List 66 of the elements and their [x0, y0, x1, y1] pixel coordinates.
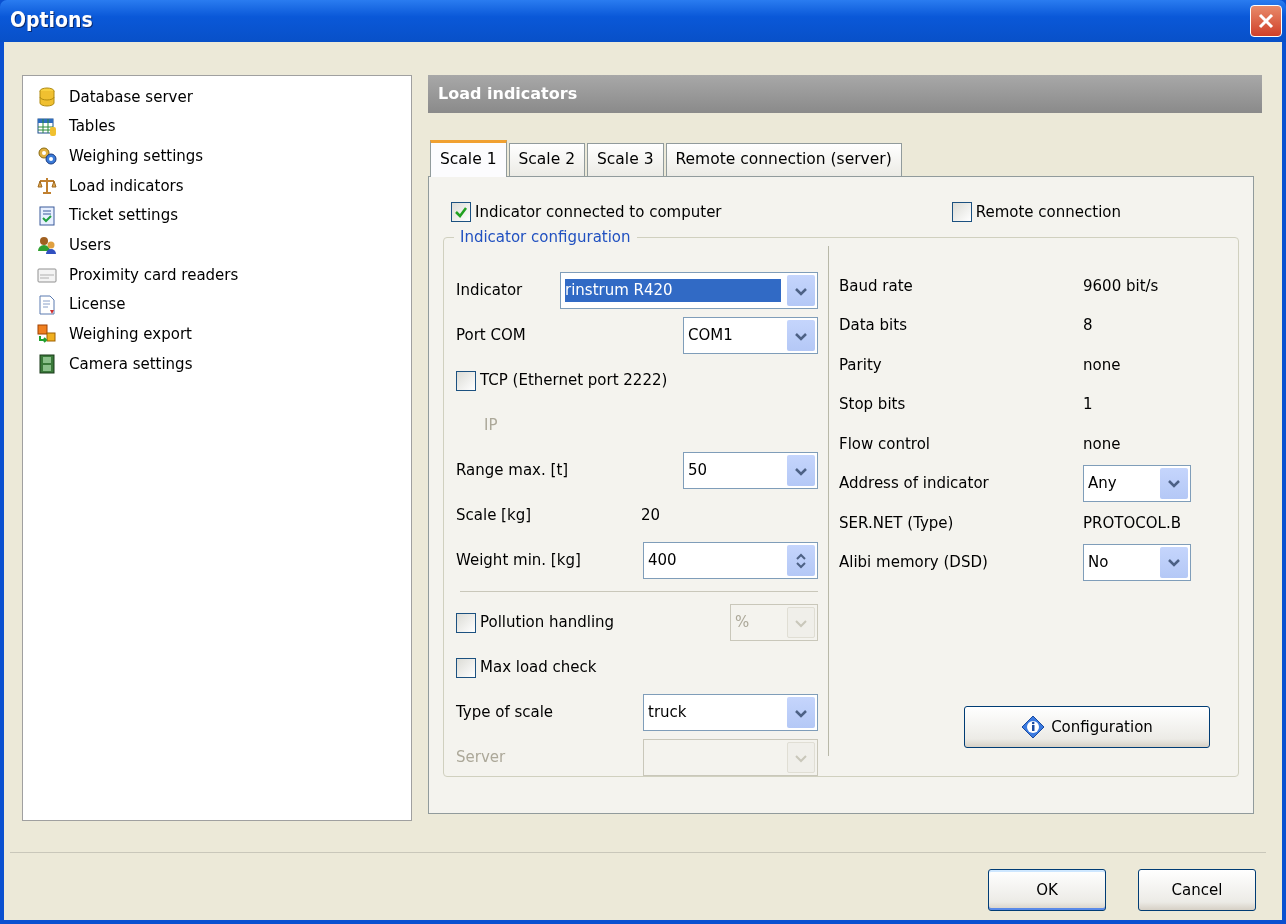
dropdown[interactable]: 50	[683, 452, 818, 489]
scale-icon	[37, 175, 57, 196]
field-label: Indicator	[456, 280, 523, 302]
table-icon	[37, 116, 57, 137]
dropdown[interactable]: truck	[643, 694, 818, 731]
tab[interactable]: Scale 1	[430, 140, 507, 177]
field-value: 9600 bit/s	[1083, 275, 1159, 297]
field-label: IP	[484, 415, 498, 437]
film-icon	[37, 354, 57, 375]
field-value: 8	[1083, 315, 1093, 336]
dropdown[interactable]: rinstrum R420	[560, 272, 818, 309]
field-value: none	[1083, 433, 1121, 455]
export-icon	[37, 324, 57, 345]
checkbox[interactable]: Max load check	[456, 656, 597, 679]
tab[interactable]: Scale 2	[508, 143, 585, 176]
spin-field[interactable]: 400	[643, 542, 818, 579]
checklist-icon	[37, 205, 57, 226]
field-label: Range max. [t]	[456, 460, 569, 482]
sidebar-item[interactable]: Weighing export	[37, 319, 411, 350]
gears-icon	[37, 146, 57, 167]
sidebar-item[interactable]: Users	[37, 230, 411, 261]
field-label: Scale [kg]	[456, 505, 533, 527]
sidebar-item[interactable]: Database server	[37, 82, 411, 112]
panel-header: Load indicators	[428, 75, 1262, 113]
field-label: Address of indicator	[839, 473, 990, 494]
field-label: Baud rate	[839, 275, 914, 297]
sidebar-item[interactable]: Proximity card readers	[37, 260, 411, 290]
database-icon	[37, 86, 57, 107]
field-label: Weight min. [kg]	[456, 550, 581, 572]
document-icon	[37, 294, 57, 315]
field-label: Parity	[839, 354, 883, 376]
info-icon	[1021, 715, 1046, 739]
field-label: SER.NET (Type)	[839, 512, 955, 534]
users-icon	[37, 235, 57, 256]
dialog-button[interactable]: OK	[988, 869, 1106, 911]
field-label: Data bits	[839, 315, 908, 336]
dialog-button[interactable]: Cancel	[1138, 869, 1256, 911]
field-label: Stop bits	[839, 394, 907, 415]
field-label: Alibi memory (DSD)	[839, 552, 989, 573]
check-icon	[454, 205, 468, 219]
dropdown[interactable]: COM1	[683, 317, 818, 354]
sidebar-item[interactable]: Camera settings	[37, 349, 411, 379]
dropdown[interactable]: Any	[1083, 464, 1191, 502]
tab[interactable]: Scale 3	[587, 143, 664, 176]
dropdown[interactable]: No	[1083, 543, 1191, 581]
tab[interactable]: Remote connection (server)	[665, 143, 902, 176]
sidebar-item[interactable]: Tables	[37, 111, 411, 142]
field-label: Server	[456, 747, 506, 769]
window-title: Options	[10, 7, 93, 35]
sidebar-item[interactable]: Weighing settings	[37, 141, 411, 172]
configuration-button[interactable]: Configuration	[964, 706, 1210, 748]
close-icon	[1257, 12, 1275, 30]
sidebar-item[interactable]: Load indicators	[37, 171, 411, 201]
checkbox[interactable]: TCP (Ethernet port 2222)	[456, 369, 668, 392]
field-label: Port COM	[456, 325, 526, 347]
checkbox[interactable]: Remote connection	[951, 200, 1121, 224]
field-value: 20	[641, 505, 661, 527]
field-label: Type of scale	[456, 702, 554, 724]
field-value: PROTOCOL.B	[1083, 512, 1181, 534]
field-value: 1	[1083, 394, 1093, 415]
field-label: Flow control	[839, 433, 931, 455]
sidebar-item[interactable]: Ticket settings	[37, 200, 411, 231]
field-value: none	[1083, 354, 1121, 376]
sidebar-item[interactable]: License	[37, 289, 411, 320]
checkbox[interactable]: Indicator connected to computer	[451, 200, 722, 224]
close-button[interactable]	[1250, 5, 1282, 37]
